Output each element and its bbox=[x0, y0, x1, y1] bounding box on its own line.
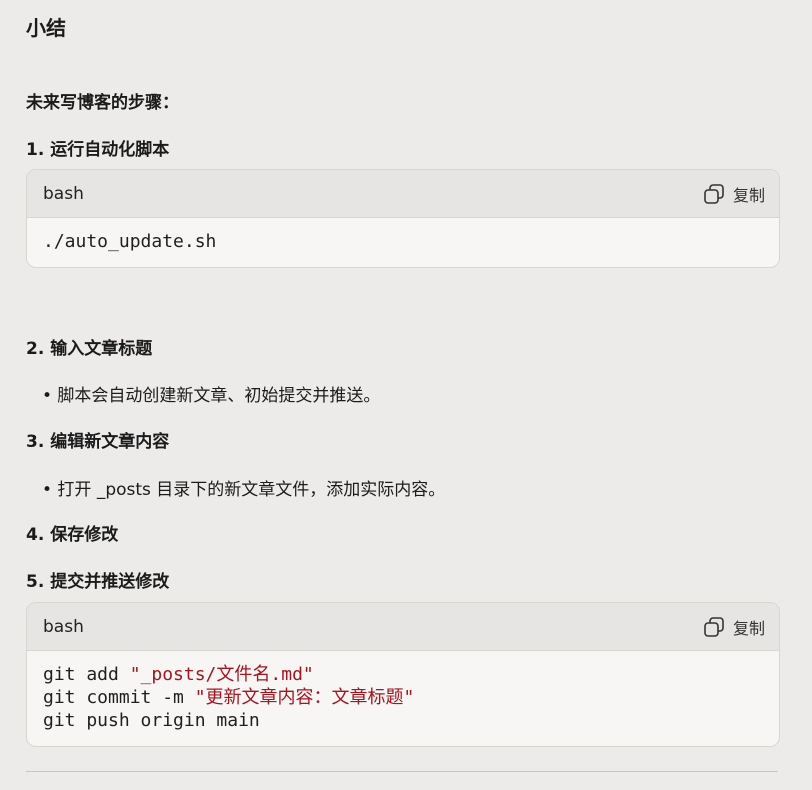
code-header: bash 复制 bbox=[27, 170, 779, 218]
copy-label: 复制 bbox=[732, 185, 765, 205]
code-block-2: bash 复制 git add "_posts/文件名.md" git commi… bbox=[26, 602, 780, 747]
copy-icon bbox=[703, 616, 725, 638]
copy-label: 复制 bbox=[732, 618, 765, 638]
code-command: git add bbox=[43, 664, 130, 685]
steps-heading: 未来写博客的步骤： bbox=[26, 93, 179, 113]
code-line: git push origin main bbox=[43, 709, 763, 732]
code-string: "_posts/文件名.md" bbox=[129, 664, 314, 685]
step-1: 1. 运行自动化脚本 bbox=[26, 140, 170, 160]
code-command: git commit -m bbox=[43, 687, 195, 708]
chat-content: 小结 未来写博客的步骤： 1. 运行自动化脚本 bash 复制 ./auto_u… bbox=[0, 0, 812, 790]
copy-icon bbox=[703, 183, 725, 205]
step-2-bullet: • 脚本会自动创建新文章、初始提交并推送。 bbox=[42, 386, 381, 406]
section-divider bbox=[26, 771, 778, 772]
code-line: git add "_posts/文件名.md" bbox=[43, 663, 763, 686]
code-language: bash bbox=[43, 183, 84, 204]
step-3-bullet: • 打开 _posts 目录下的新文章文件，添加实际内容。 bbox=[42, 480, 446, 500]
code-header: bash 复制 bbox=[27, 603, 779, 651]
code-language: bash bbox=[43, 616, 84, 637]
copy-button[interactable]: 复制 bbox=[703, 615, 765, 639]
code-line: ./auto_update.sh bbox=[43, 231, 217, 252]
code-content: ./auto_update.sh bbox=[27, 218, 779, 265]
code-content: git add "_posts/文件名.md" git commit -m "更新… bbox=[27, 651, 779, 744]
step-5: 5. 提交并推送修改 bbox=[26, 572, 170, 592]
step-4: 4. 保存修改 bbox=[26, 525, 119, 545]
code-string: "更新文章内容：文章标题" bbox=[194, 687, 415, 708]
code-line: git commit -m "更新文章内容：文章标题" bbox=[43, 686, 763, 709]
step-3: 3. 编辑新文章内容 bbox=[26, 432, 170, 452]
section-title: 小结 bbox=[26, 16, 66, 40]
code-block-1: bash 复制 ./auto_update.sh bbox=[26, 169, 780, 268]
code-command: git push origin main bbox=[43, 710, 260, 731]
step-2: 2. 输入文章标题 bbox=[26, 339, 153, 359]
copy-button[interactable]: 复制 bbox=[703, 182, 765, 206]
